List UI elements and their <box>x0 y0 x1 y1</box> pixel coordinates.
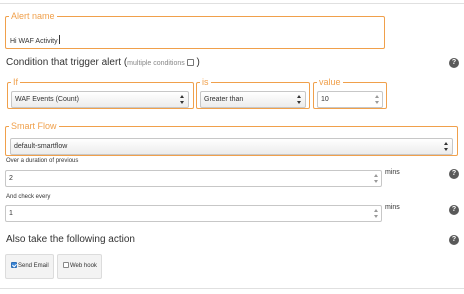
question-circle-icon[interactable]: ? <box>449 169 459 179</box>
send-email-checkbox[interactable] <box>11 262 17 268</box>
select-arrows-icon <box>443 141 449 152</box>
if-select[interactable]: WAF Events (Count) <box>11 91 189 108</box>
check-every-value: 1 <box>9 210 13 217</box>
bottom-divider <box>0 288 464 289</box>
if-legend: If <box>13 77 19 87</box>
check-every-unit: mins <box>385 204 400 211</box>
action-title: Also take the following action <box>6 234 135 245</box>
duration-unit: mins <box>385 169 400 176</box>
alert-name-fieldset: Alert name Hi WAF Activity <box>5 12 385 49</box>
smart-flow-select[interactable]: default-smartflow <box>10 138 453 155</box>
question-circle-icon[interactable]: ? <box>449 58 459 68</box>
condition-title-text: Condition that trigger alert ( <box>6 57 128 68</box>
condition-title: Condition that trigger alert (multiple c… <box>6 57 200 68</box>
select-arrows-icon <box>179 94 185 105</box>
is-select[interactable]: Greater than <box>200 91 306 108</box>
send-email-button[interactable]: Send Email <box>5 254 54 279</box>
question-circle-icon[interactable]: ? <box>449 205 459 215</box>
value-fieldset: value 10 <box>313 78 387 109</box>
value-legend: value <box>319 77 341 87</box>
is-fieldset: is Greater than <box>196 78 310 109</box>
text-caret <box>58 35 60 44</box>
top-divider <box>0 3 464 4</box>
smart-flow-fieldset: Smart Flow default-smartflow <box>5 122 458 156</box>
value-input[interactable]: 10 <box>317 91 383 108</box>
duration-value: 2 <box>9 175 13 182</box>
check-every-input[interactable]: 1 <box>5 205 382 222</box>
is-select-value: Greater than <box>204 96 244 103</box>
send-email-label: Send Email <box>18 263 49 269</box>
alert-name-value: Hi WAF Activity <box>10 38 58 45</box>
select-arrows-icon <box>296 94 302 105</box>
web-hook-label: Web hook <box>70 263 97 269</box>
duration-input[interactable]: 2 <box>5 170 382 187</box>
check-every-label: And check every <box>6 194 51 200</box>
spinner-arrows-icon[interactable] <box>373 208 379 219</box>
value-input-value: 10 <box>321 96 329 103</box>
condition-close-paren: ) <box>196 57 200 68</box>
web-hook-checkbox[interactable] <box>63 262 69 268</box>
is-legend: is <box>202 77 209 87</box>
alert-name-legend: Alert name <box>11 11 55 21</box>
duration-label: Over a duration of previous <box>6 158 79 164</box>
alert-name-input[interactable]: Hi WAF Activity <box>10 35 60 45</box>
spinner-arrows-icon[interactable] <box>373 173 379 184</box>
smart-flow-select-value: default-smartflow <box>14 143 68 150</box>
question-circle-icon[interactable]: ? <box>449 235 459 245</box>
if-select-value: WAF Events (Count) <box>15 96 79 103</box>
smart-flow-legend: Smart Flow <box>11 121 57 131</box>
if-fieldset: If WAF Events (Count) <box>7 78 194 109</box>
multiple-conditions-label: multiple conditions <box>127 60 185 67</box>
web-hook-button[interactable]: Web hook <box>57 254 102 279</box>
multiple-conditions-checkbox[interactable] <box>186 59 194 66</box>
spinner-arrows-icon[interactable] <box>374 94 380 105</box>
